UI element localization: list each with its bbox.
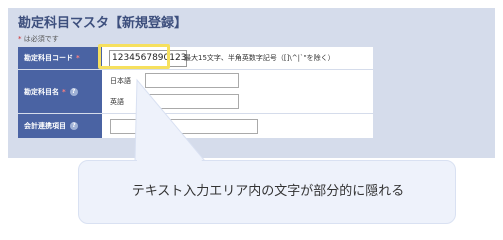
callout-text: テキスト入力エリア内の文字が部分的に隠れる: [131, 184, 405, 199]
callout-bubble: テキスト入力エリア内の文字が部分的に隠れる: [78, 160, 456, 224]
